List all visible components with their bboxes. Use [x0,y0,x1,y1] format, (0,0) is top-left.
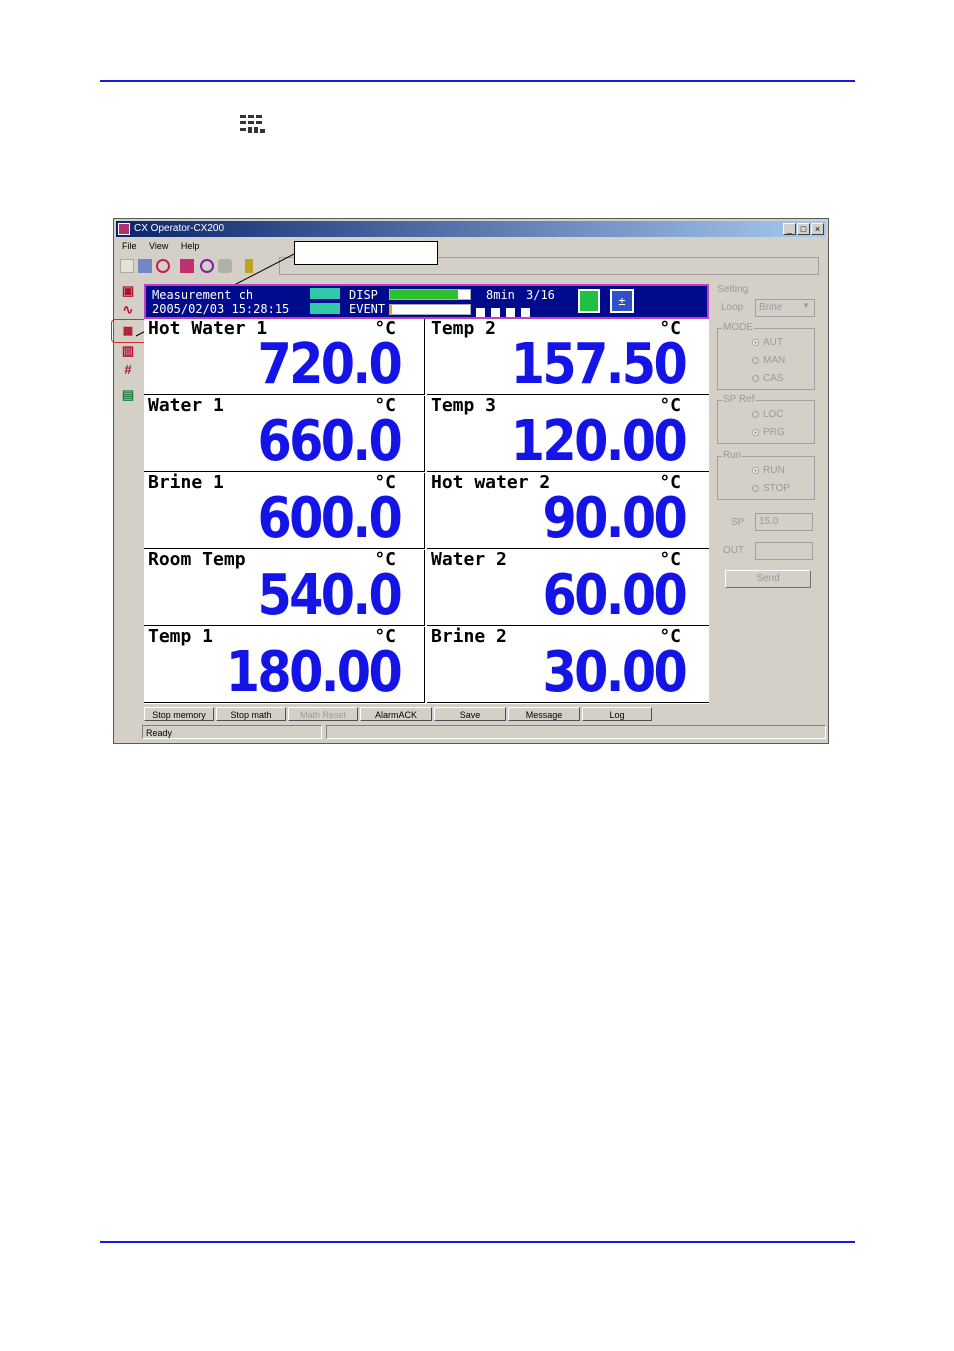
mode-cas-radio[interactable]: CAS [752,373,784,385]
channel-value: 90.00 [542,486,687,551]
channel-cell: Water 2 °C 60.00 [427,550,709,626]
stop-memory-button[interactable]: Stop memory [144,707,214,721]
math-icon[interactable]: ± [610,289,634,313]
channel-cell: Temp 1 °C 180.00 [144,627,425,703]
channel-cell: Hot Water 1 °C 720.0 [144,319,425,395]
snapshot-icon[interactable] [578,289,600,313]
channel-name: Water 2 [431,549,507,570]
channel-cell: Water 1 °C 660.0 [144,396,425,472]
bottom-rule [100,1241,855,1243]
status-square [506,308,515,317]
event-bar [389,304,471,315]
mode-man-radio[interactable]: MAN [752,355,785,367]
setting-label: Setting [717,284,749,295]
status-text: Ready [142,725,322,739]
status-pane [326,725,826,739]
run-stop-radio[interactable]: STOP [752,483,790,495]
channel-value: 30.00 [542,640,687,705]
channel-value: 60.00 [542,563,687,628]
mode-aut-radio[interactable]: AUT [752,337,783,349]
header-datetime: 2005/02/03 15:28:15 [152,302,290,316]
alarm-ack-button[interactable]: AlarmACK [360,707,432,721]
run-group: Run RUN STOP [717,450,815,500]
message-button[interactable]: Message [508,707,580,721]
channel-name: Hot water 2 [431,472,551,493]
event-icon [310,303,340,314]
channel-value: 600.0 [257,486,402,551]
loop-dropdown-icon[interactable]: ▼ [802,301,810,310]
stop-math-button[interactable]: Stop math [216,707,286,721]
run-title: Run [722,450,743,462]
report-icon[interactable]: ▤ [120,387,136,402]
log-button[interactable]: Log [582,707,652,721]
alarm-summary-icon[interactable]: ▣ [120,283,136,298]
sp-label: SP [731,517,745,528]
channel-name: Brine 1 [148,472,224,493]
page-indicator: 3/16 [526,288,555,302]
spref-group: SP Ref LOC PRG [717,394,815,444]
digital-display-icon [240,115,265,133]
spref-prg-radio[interactable]: PRG [752,427,785,439]
status-header: Measurement ch 2005/02/03 15:28:15 DISP … [144,284,709,319]
trend-icon[interactable]: ∿ [120,302,136,317]
interval-label: 8min [486,288,515,302]
send-button[interactable]: Send [725,570,811,588]
channel-cell: Brine 1 °C 600.0 [144,473,425,549]
channel-cell: Hot water 2 °C 90.00 [427,473,709,549]
channel-value: 540.0 [257,563,402,628]
math-reset-button[interactable]: Math Reset [288,707,358,721]
channel-name: Temp 1 [148,626,214,647]
bar-graph-icon[interactable]: ▥ [120,343,136,358]
disp-label: DISP [349,288,378,302]
mode-group: MODE AUT MAN CAS [717,322,815,390]
header-title: Measurement ch [152,288,254,302]
disp-icon [310,288,340,299]
channel-value: 120.00 [510,409,688,474]
spref-title: SP Ref [722,394,756,406]
spref-loc-radio[interactable]: LOC [752,409,784,421]
channel-name: Brine 2 [431,626,507,647]
status-square [476,308,485,317]
sp-field[interactable]: 15.0 [755,513,813,531]
channel-cell: Temp 3 °C 120.00 [427,396,709,472]
digital-display-grid: Hot Water 1 °C 720.0 Temp 2 °C 157.50 Water 1 °… [144,319,709,704]
top-rule [100,80,855,82]
app-window: CX Operator-CX200 _ □ × File View Help ▣… [111,218,829,744]
channel-value: 157.50 [510,332,688,397]
channel-name: Temp 2 [431,318,497,339]
loop-label: Loop [721,302,744,313]
channel-name: Water 1 [148,395,224,416]
run-run-radio[interactable]: RUN [752,465,785,477]
channel-value: 720.0 [257,332,402,397]
channel-cell: Temp 2 °C 157.50 [427,319,709,395]
out-label: OUT [723,545,745,556]
out-field[interactable] [755,542,813,560]
mode-title: MODE [722,322,754,334]
event-label: EVENT [349,302,386,316]
status-square [521,308,530,317]
channel-cell: Brine 2 °C 30.00 [427,627,709,703]
channel-cell: Room Temp °C 540.0 [144,550,425,626]
channel-value: 660.0 [257,409,402,474]
channel-name: Temp 3 [431,395,497,416]
overview-icon[interactable]: # [120,362,136,377]
status-square [491,308,500,317]
save-button[interactable]: Save [434,707,506,721]
channel-name: Hot Water 1 [148,318,268,339]
channel-value: 180.00 [225,640,403,705]
control-panel: Setting Loop Brine ▼ MODE AUT MAN CAS SP… [711,284,823,704]
disp-bar [389,289,471,300]
channel-name: Room Temp [148,549,246,570]
